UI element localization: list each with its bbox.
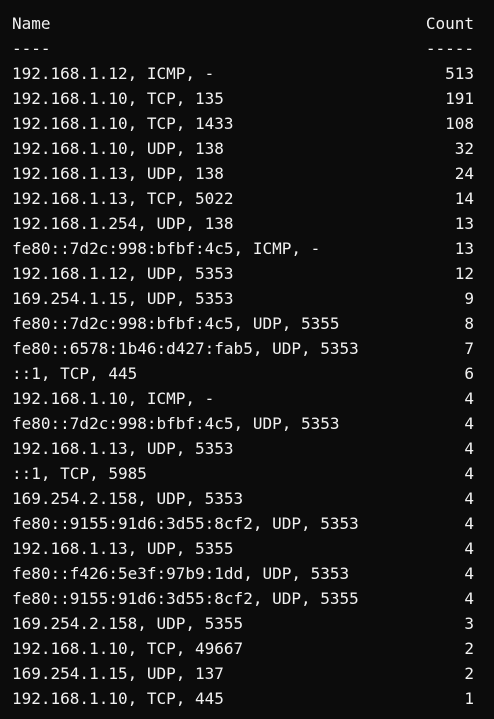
row-name: 169.254.1.15, UDP, 137 [12,664,224,683]
row-name: 169.254.2.158, UDP, 5353 [12,489,244,508]
row-count: 4 [464,389,474,408]
row-count: 2 [464,664,474,683]
row-name: fe80::7d2c:998:bfbf:4c5, ICMP, - [12,239,321,258]
row-count: 3 [464,614,474,633]
row-count: 1 [464,689,474,708]
table-row: 192.168.1.13, UDP, 5353 4 [0,436,494,461]
table-row: fe80::7d2c:998:bfbf:4c5, UDP, 5353 4 [0,411,494,436]
table-row: 192.168.1.10, UDP, 138 32 [0,136,494,161]
row-count: 4 [464,539,474,558]
row-name: ::1, TCP, 445 [12,364,138,383]
row-count: 4 [464,414,474,433]
row-name: 192.168.1.10, UDP, 138 [12,139,224,158]
table-header-row: Name Count [0,11,494,36]
row-count: 191 [445,89,474,108]
row-count: 4 [464,589,474,608]
row-name: fe80::7d2c:998:bfbf:4c5, UDP, 5355 [12,314,340,333]
table-row: fe80::f426:5e3f:97b9:1dd, UDP, 5353 4 [0,561,494,586]
row-count: 32 [454,139,474,158]
row-count: 13 [454,214,474,233]
row-count: 4 [464,564,474,583]
row-count: 24 [454,164,474,183]
row-name: 192.168.1.12, UDP, 5353 [12,264,234,283]
terminal-output: Name Count ---- ----- 192.168.1.12, ICMP… [0,0,494,719]
table-row: fe80::9155:91d6:3d55:8cf2, UDP, 5353 4 [0,511,494,536]
row-name: ::1, TCP, 5985 [12,464,147,483]
table-row: 192.168.1.13, UDP, 138 24 [0,161,494,186]
row-name: 192.168.1.13, UDP, 5355 [12,539,234,558]
table-row: 169.254.1.15, UDP, 5353 9 [0,286,494,311]
row-count: 6 [464,364,474,383]
table-row: 192.168.1.254, UDP, 138 13 [0,211,494,236]
table-row: fe80::6578:1b46:d427:fab5, UDP, 5353 7 [0,336,494,361]
row-name: 192.168.1.10, TCP, 135 [12,89,224,108]
table-row: 192.168.1.10, TCP, 135 191 [0,86,494,111]
row-name: 169.254.2.158, UDP, 5355 [12,614,244,633]
row-name: 192.168.1.13, TCP, 5022 [12,189,234,208]
table-row: 192.168.1.13, TCP, 5022 14 [0,186,494,211]
table-row: 192.168.1.10, TCP, 445 1 [0,686,494,711]
table-separator-row: ---- ----- [0,36,494,61]
table-row: fe80::9155:91d6:3d55:8cf2, UDP, 5355 4 [0,586,494,611]
row-name: fe80::9155:91d6:3d55:8cf2, UDP, 5355 [12,589,359,608]
table-row: ::1, TCP, 445 6 [0,361,494,386]
row-name: 192.168.1.254, UDP, 138 [12,214,234,233]
table-row: 192.168.1.10, TCP, 49667 2 [0,636,494,661]
table-row: 192.168.1.13, UDP, 5355 4 [0,536,494,561]
row-name: fe80::6578:1b46:d427:fab5, UDP, 5353 [12,339,359,358]
table-row: fe80::7d2c:998:bfbf:4c5, UDP, 5355 8 [0,311,494,336]
row-name: 169.254.1.15, UDP, 5353 [12,289,234,308]
row-count: 108 [445,114,474,133]
row-count: 4 [464,439,474,458]
table-row: 169.254.2.158, UDP, 5355 3 [0,611,494,636]
table-row: ::1, TCP, 5985 4 [0,461,494,486]
row-name: 192.168.1.10, TCP, 445 [12,689,224,708]
row-count: 12 [454,264,474,283]
row-name: 192.168.1.10, TCP, 1433 [12,114,234,133]
row-count: 9 [464,289,474,308]
column-header-name: Name [12,14,51,33]
separator-name: ---- [12,39,51,58]
row-count: 4 [464,464,474,483]
row-name: fe80::7d2c:998:bfbf:4c5, UDP, 5353 [12,414,340,433]
row-name: 192.168.1.12, ICMP, - [12,64,215,83]
row-name: 192.168.1.13, UDP, 138 [12,164,224,183]
row-count: 7 [464,339,474,358]
separator-count: ----- [425,39,474,58]
table-row: 192.168.1.12, ICMP, - 513 [0,61,494,86]
row-name: fe80::9155:91d6:3d55:8cf2, UDP, 5353 [12,514,359,533]
row-count: 4 [464,514,474,533]
row-count: 14 [454,189,474,208]
table-row: 192.168.1.10, TCP, 1433 108 [0,111,494,136]
row-name: fe80::f426:5e3f:97b9:1dd, UDP, 5353 [12,564,350,583]
table-row: 169.254.1.15, UDP, 137 2 [0,661,494,686]
table-row: 169.254.2.158, UDP, 5353 4 [0,486,494,511]
row-count: 513 [445,64,474,83]
row-name: 192.168.1.10, TCP, 49667 [12,639,244,658]
row-count: 13 [454,239,474,258]
table-row: 192.168.1.10, ICMP, - 4 [0,386,494,411]
row-count: 8 [464,314,474,333]
table-row: 192.168.1.12, UDP, 5353 12 [0,261,494,286]
table-row: fe80::7d2c:998:bfbf:4c5, ICMP, - 13 [0,236,494,261]
column-header-count: Count [425,14,474,33]
table-body: 192.168.1.12, ICMP, - 513 192.168.1.10, TC… [0,61,494,711]
row-count: 2 [464,639,474,658]
row-name: 192.168.1.13, UDP, 5353 [12,439,234,458]
row-name: 192.168.1.10, ICMP, - [12,389,215,408]
row-count: 4 [464,489,474,508]
